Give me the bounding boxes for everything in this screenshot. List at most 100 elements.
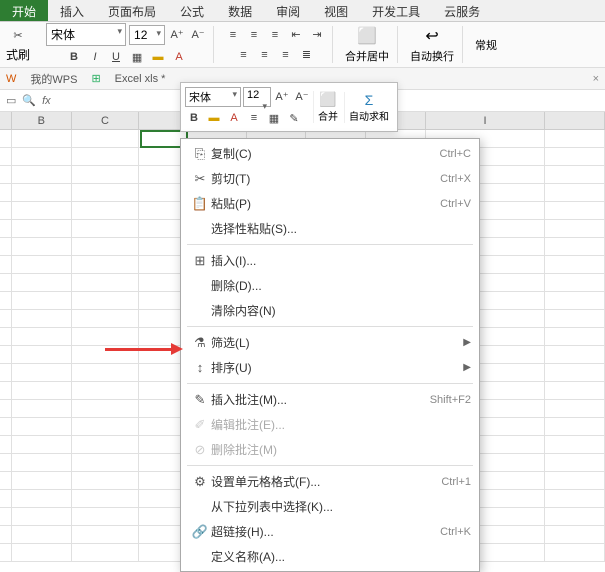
cell[interactable] — [0, 148, 12, 165]
cell[interactable] — [12, 166, 72, 183]
search-icon[interactable]: 🔍 — [22, 94, 36, 107]
cell[interactable] — [545, 292, 605, 309]
menu-paste[interactable]: 📋粘贴(P)Ctrl+V — [181, 191, 479, 216]
cell[interactable] — [72, 184, 140, 201]
menu-sort[interactable]: ↕排序(U)▶ — [181, 355, 479, 380]
cell[interactable] — [0, 418, 12, 435]
mini-fill-icon[interactable]: ▬ — [205, 109, 223, 127]
italic-button[interactable]: I — [86, 48, 104, 66]
cell[interactable] — [545, 184, 605, 201]
cell[interactable] — [545, 238, 605, 255]
cell[interactable] — [545, 400, 605, 417]
cell[interactable] — [0, 490, 12, 507]
align-center-icon[interactable]: ≡ — [256, 46, 274, 64]
cell[interactable] — [12, 454, 72, 471]
menu-delete[interactable]: 删除(D)... — [181, 273, 479, 298]
indent-right-icon[interactable]: ⇥ — [308, 26, 326, 44]
underline-button[interactable]: U — [107, 48, 125, 66]
font-color-icon[interactable]: A — [170, 48, 188, 66]
align-right-icon[interactable]: ≡ — [277, 46, 295, 64]
mini-merge-button[interactable]: ⬜ 合并 — [313, 91, 342, 123]
indent-left-icon[interactable]: ⇤ — [287, 26, 305, 44]
cell[interactable] — [545, 544, 605, 561]
cell[interactable] — [0, 202, 12, 219]
cell[interactable] — [12, 346, 72, 363]
mini-border-icon[interactable]: ▦ — [265, 109, 283, 127]
cell[interactable] — [0, 238, 12, 255]
cell[interactable] — [0, 130, 12, 147]
format-painter-icon[interactable]: ✂ — [9, 26, 27, 44]
cell[interactable] — [545, 436, 605, 453]
border-icon[interactable]: ▦ — [128, 48, 146, 66]
cell[interactable] — [72, 130, 140, 147]
tab-开发工具[interactable]: 开发工具 — [360, 0, 432, 21]
tab-视图[interactable]: 视图 — [312, 0, 360, 21]
menu-clear-contents[interactable]: 清除内容(N) — [181, 298, 479, 323]
cell[interactable] — [0, 274, 12, 291]
fontsize-select[interactable]: 12 — [129, 25, 165, 45]
cell[interactable] — [12, 490, 72, 507]
mini-align-icon[interactable]: ≡ — [245, 109, 263, 127]
cell[interactable] — [12, 220, 72, 237]
cell[interactable] — [12, 382, 72, 399]
cell[interactable] — [545, 220, 605, 237]
mini-bold-button[interactable]: B — [185, 109, 203, 127]
menu-cut[interactable]: ✂剪切(T)Ctrl+X — [181, 166, 479, 191]
menu-insert-comment[interactable]: ✎插入批注(M)...Shift+F2 — [181, 387, 479, 412]
tab-审阅[interactable]: 审阅 — [264, 0, 312, 21]
cell[interactable] — [12, 436, 72, 453]
menu-hyperlink[interactable]: 🔗超链接(H)...Ctrl+K — [181, 519, 479, 544]
cell[interactable] — [545, 202, 605, 219]
cell[interactable] — [72, 418, 140, 435]
increase-font-icon[interactable]: A⁺ — [168, 26, 186, 44]
cell[interactable] — [72, 490, 140, 507]
col-header[interactable] — [545, 112, 605, 129]
menu-copy[interactable]: ⎘复制(C)Ctrl+C — [181, 141, 479, 166]
align-top-icon[interactable]: ≡ — [224, 26, 242, 44]
cell[interactable] — [12, 256, 72, 273]
mini-size-select[interactable]: 12 — [243, 87, 271, 107]
cell[interactable] — [0, 184, 12, 201]
cell[interactable] — [0, 328, 12, 345]
cell[interactable] — [72, 202, 140, 219]
cell[interactable] — [12, 526, 72, 543]
cell[interactable] — [545, 364, 605, 381]
cell[interactable] — [0, 346, 12, 363]
tab-插入[interactable]: 插入 — [48, 0, 96, 21]
cell[interactable] — [12, 472, 72, 489]
cell[interactable] — [545, 526, 605, 543]
cell[interactable] — [12, 328, 72, 345]
tab-公式[interactable]: 公式 — [168, 0, 216, 21]
cell[interactable] — [0, 220, 12, 237]
menu-paste-special[interactable]: 选择性粘贴(S)... — [181, 216, 479, 241]
cell[interactable] — [72, 508, 140, 525]
cell[interactable] — [72, 364, 140, 381]
cell[interactable] — [72, 544, 140, 561]
cell[interactable] — [72, 328, 140, 345]
col-header[interactable]: B — [12, 112, 72, 129]
tab-数据[interactable]: 数据 — [216, 0, 264, 21]
cell[interactable] — [12, 508, 72, 525]
cell[interactable] — [72, 274, 140, 291]
menu-filter[interactable]: ⚗筛选(L)▶ — [181, 330, 479, 355]
cell[interactable] — [545, 148, 605, 165]
cell[interactable] — [12, 184, 72, 201]
cell[interactable] — [545, 256, 605, 273]
cell[interactable] — [72, 400, 140, 417]
cell[interactable] — [72, 472, 140, 489]
mini-autosum-button[interactable]: Σ 自动求和 — [344, 92, 393, 123]
merge-center-button[interactable]: ⬜ 合并居中 — [337, 26, 398, 63]
cell[interactable] — [0, 166, 12, 183]
font-select[interactable]: 宋体 — [46, 23, 126, 46]
menu-pick-list[interactable]: 从下拉列表中选择(K)... — [181, 494, 479, 519]
cell[interactable] — [12, 274, 72, 291]
mini-decrease-font-icon[interactable]: A⁻ — [293, 87, 311, 105]
cell[interactable] — [12, 130, 72, 147]
tab-开始[interactable]: 开始 — [0, 0, 48, 21]
cell[interactable] — [545, 490, 605, 507]
align-middle-icon[interactable]: ≡ — [245, 26, 263, 44]
cell[interactable] — [12, 148, 72, 165]
cell[interactable] — [545, 274, 605, 291]
col-header[interactable]: C — [72, 112, 140, 129]
namebox-icon[interactable]: ▭ — [6, 94, 16, 107]
